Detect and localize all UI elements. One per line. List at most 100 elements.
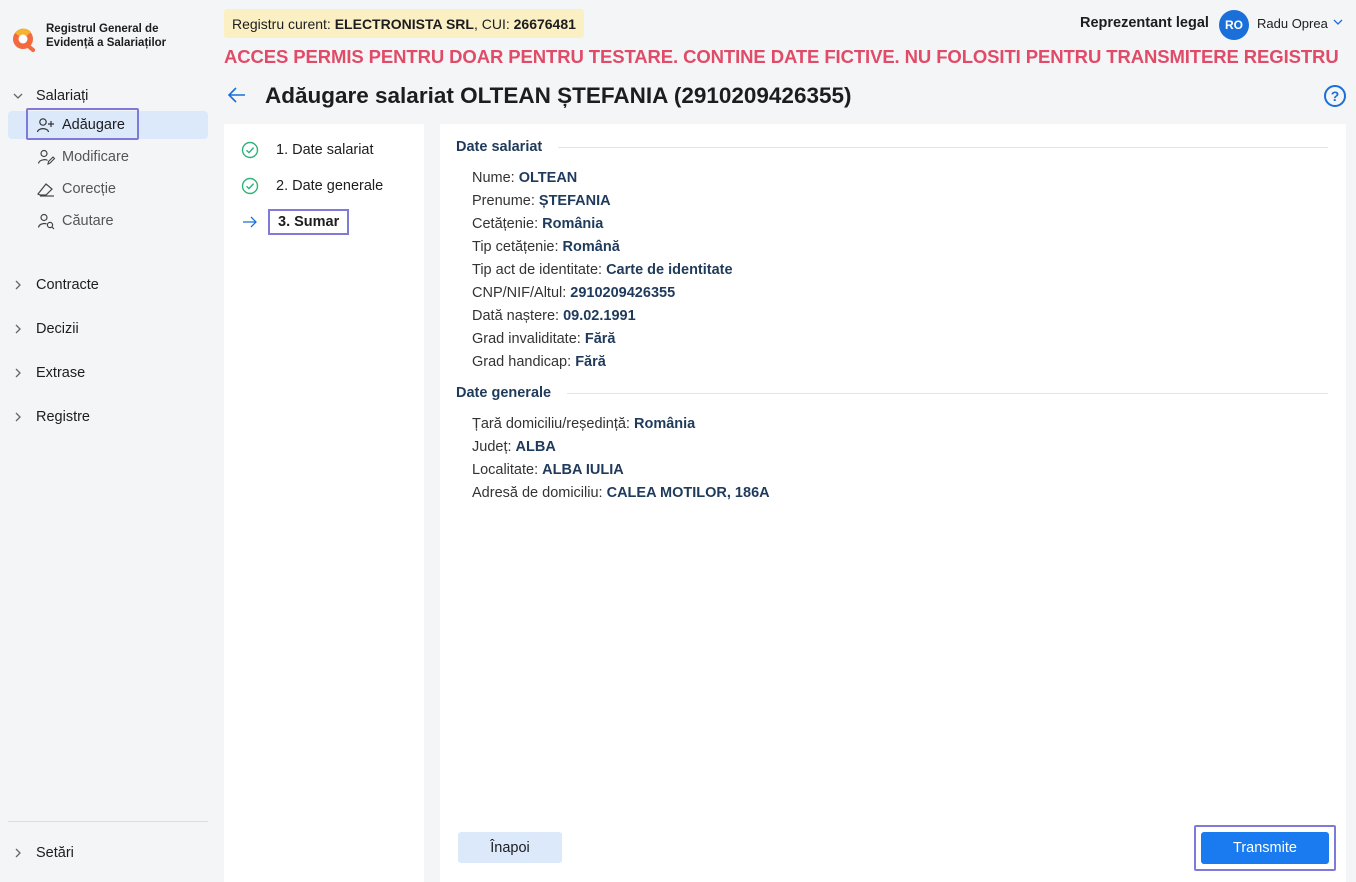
nav-head-contracte[interactable]: Contracte xyxy=(0,273,216,297)
chevron-right-icon xyxy=(10,279,26,291)
wizard-steps: 1. Date salariat 2. Date generale 3. Sum… xyxy=(224,124,424,882)
nav-head-label: Registre xyxy=(36,409,90,425)
company-cui: 26676481 xyxy=(513,15,576,32)
chevron-down-icon xyxy=(10,90,26,102)
chevron-down-icon[interactable] xyxy=(1332,16,1344,31)
sidebar-item-label: Căutare xyxy=(62,213,114,229)
current-registry-badge: Registru curent: ELECTRONISTA SRL , CUI:… xyxy=(224,9,584,38)
step-label: 2. Date generale xyxy=(276,178,384,194)
chevron-right-icon xyxy=(10,323,26,335)
summary-panel: Date salariat Nume: OLTEAN Prenume: ȘTEF… xyxy=(440,124,1346,882)
nav-head-registre[interactable]: Registre xyxy=(0,405,216,429)
field-value: ALBA xyxy=(515,439,556,455)
nav-group-salariati: Salariați Adăugare Modificare Corecție C… xyxy=(0,84,216,239)
chevron-right-icon xyxy=(10,847,26,859)
chevron-right-icon xyxy=(10,411,26,423)
field-grad-handicap: Grad handicap: Fără xyxy=(472,354,606,370)
nav-group-contracte: Contracte xyxy=(0,273,216,297)
nav-head-decizii[interactable]: Decizii xyxy=(0,317,216,341)
section-divider xyxy=(567,392,1328,394)
nav-group-registre: Registre xyxy=(0,405,216,429)
field-value: ȘTEFANIA xyxy=(538,193,611,209)
nav-head-setari[interactable]: Setări xyxy=(0,841,216,865)
field-cnp: CNP/NIF/Altul: 2910209426355 xyxy=(472,285,675,301)
step-date-salariat[interactable]: 1. Date salariat xyxy=(240,137,374,163)
sidebar-item-label: Corecție xyxy=(62,181,116,197)
sidebar-item-cautare[interactable]: Căutare xyxy=(8,207,208,235)
field-label: Tip act de identitate: xyxy=(472,262,607,278)
field-localitate: Localitate: ALBA IULIA xyxy=(472,462,624,478)
avatar[interactable]: RO xyxy=(1219,10,1249,40)
nav-head-extrase[interactable]: Extrase xyxy=(0,361,216,385)
field-label: Nume: xyxy=(472,170,519,186)
sidebar-item-corectie[interactable]: Corecție xyxy=(8,175,208,203)
field-tip-cetatenie: Tip cetățenie: Română xyxy=(472,239,620,255)
test-warning-banner: ACCES PERMIS PENTRU DOAR PENTRU TESTARE.… xyxy=(224,46,1339,67)
arrow-right-icon xyxy=(240,212,260,232)
field-value: CALEA MOTILOR, 186A xyxy=(606,485,770,501)
sidebar: Registrul General de Evidență a Salariaț… xyxy=(0,0,216,882)
check-circle-icon xyxy=(240,176,260,196)
field-nume: Nume: OLTEAN xyxy=(472,170,577,186)
registry-prefix: Registru curent: xyxy=(232,15,335,32)
app-name: Registrul General de Evidență a Salariaț… xyxy=(46,22,166,50)
help-icon[interactable]: ? xyxy=(1324,85,1346,107)
check-circle-icon xyxy=(240,140,260,160)
field-value: Română xyxy=(562,239,620,255)
app-name-line2: Evidență a Salariaților xyxy=(46,37,167,49)
step-sumar[interactable]: 3. Sumar xyxy=(240,209,350,235)
field-label: Prenume: xyxy=(472,193,539,209)
nav-head-label: Contracte xyxy=(36,277,99,293)
back-arrow-icon[interactable] xyxy=(226,84,248,106)
app-name-line1: Registrul General de xyxy=(46,23,159,35)
nav-group-extrase: Extrase xyxy=(0,361,216,385)
section-date-salariat: Date salariat xyxy=(456,139,1328,155)
field-judet: Județ: ALBA xyxy=(472,439,556,455)
field-value: 2910209426355 xyxy=(570,285,676,301)
field-value: România xyxy=(542,216,604,232)
cui-prefix: , CUI: xyxy=(473,15,514,32)
sidebar-item-adaugare[interactable]: Adăugare xyxy=(8,111,208,139)
sidebar-item-label: Modificare xyxy=(62,149,129,165)
sidebar-item-modificare[interactable]: Modificare xyxy=(8,143,208,171)
field-cetatenie: Cetățenie: România xyxy=(472,216,603,232)
chevron-right-icon xyxy=(10,367,26,379)
step-label: 3. Sumar xyxy=(268,209,350,235)
field-label: Tip cetățenie: xyxy=(472,239,563,255)
page-title: Adăugare salariat OLTEAN ȘTEFANIA (29102… xyxy=(265,83,852,108)
user-role: Reprezentant legal xyxy=(1080,15,1209,31)
field-label: Județ: xyxy=(472,439,516,455)
sidebar-divider xyxy=(8,821,208,822)
submit-button[interactable]: Transmite xyxy=(1201,832,1329,864)
field-grad-invaliditate: Grad invaliditate: Fără xyxy=(472,331,615,347)
field-label: Grad handicap: xyxy=(472,354,576,370)
nav-head-label: Extrase xyxy=(36,365,86,381)
field-tara: Țară domiciliu/reședință: România xyxy=(472,416,695,432)
field-value: Fără xyxy=(575,354,606,370)
section-title: Date generale xyxy=(456,385,552,401)
field-value: ALBA IULIA xyxy=(542,462,624,478)
sidebar-item-label: Adăugare xyxy=(62,117,125,133)
app-logo[interactable]: Registrul General de Evidență a Salariaț… xyxy=(10,22,166,54)
user-add-icon xyxy=(36,115,56,135)
user-search-icon xyxy=(36,211,56,231)
field-value: Fără xyxy=(584,331,616,347)
step-date-generale[interactable]: 2. Date generale xyxy=(240,173,383,199)
field-adresa: Adresă de domiciliu: CALEA MOTILOR, 186A xyxy=(472,485,770,501)
field-label: Grad invaliditate: xyxy=(472,331,585,347)
field-label: Cetățenie: xyxy=(472,216,543,232)
field-label: Localitate: xyxy=(472,462,543,478)
back-button[interactable]: Înapoi xyxy=(458,832,562,863)
field-value: OLTEAN xyxy=(518,170,578,186)
nav-head-label: Setări xyxy=(36,845,74,861)
user-menu-name[interactable]: Radu Oprea xyxy=(1257,16,1328,31)
field-label: Dată naștere: xyxy=(472,308,564,324)
field-tip-act: Tip act de identitate: Carte de identita… xyxy=(472,262,733,278)
field-value: România xyxy=(634,416,696,432)
logo-icon xyxy=(10,24,40,54)
company-name: ELECTRONISTA SRL xyxy=(334,15,474,32)
step-label: 1. Date salariat xyxy=(276,142,374,158)
nav-head-salariati[interactable]: Salariați xyxy=(0,84,216,108)
field-label: CNP/NIF/Altul: xyxy=(472,285,571,301)
field-value: 09.02.1991 xyxy=(563,308,636,324)
